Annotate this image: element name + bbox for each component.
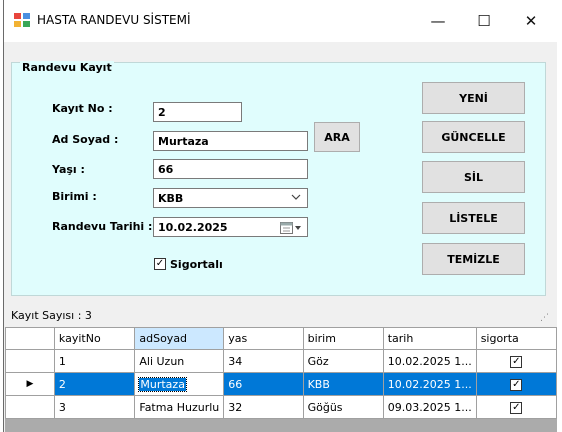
cell-tarih[interactable]: 10.02.2025 1... <box>382 349 477 373</box>
guncelle-button[interactable]: GÜNCELLE <box>422 121 525 153</box>
close-icon: ✕ <box>524 12 538 30</box>
cell-birim[interactable]: Göğüs <box>302 395 384 419</box>
cell-tarih[interactable]: 09.03.2025 1... <box>382 395 477 419</box>
row-header[interactable] <box>5 349 55 373</box>
column-header-birim[interactable]: birim <box>302 327 384 350</box>
randevu-tarihi-label: Randevu Tarihi : <box>52 220 153 233</box>
column-header-tarih[interactable]: tarih <box>382 327 477 350</box>
cell-yas[interactable]: 66 <box>223 372 304 396</box>
randevu-tarihi-value: 10.02.2025 <box>158 221 228 234</box>
sigorta-checkbox[interactable]: ✓ <box>510 356 523 368</box>
cell-sigorta[interactable]: ✓ <box>475 395 558 419</box>
grid-header-row: kayitNo adSoyad yas birim tarih sigorta <box>5 327 558 350</box>
cell-birim[interactable]: Göz <box>302 349 384 373</box>
randevu-data-grid[interactable]: kayitNo adSoyad yas birim tarih sigorta … <box>5 327 558 432</box>
cell-kayitno[interactable]: 1 <box>53 349 136 373</box>
ara-button[interactable]: ARA <box>314 122 360 152</box>
close-button[interactable]: ✕ <box>508 0 554 42</box>
birim-label: Birimi : <box>52 190 97 203</box>
group-title: Randevu Kayıt <box>20 61 114 74</box>
grid-table: kayitNo adSoyad yas birim tarih sigorta … <box>5 327 558 419</box>
check-icon: ✓ <box>155 258 165 269</box>
cell-yas[interactable]: 32 <box>223 395 304 419</box>
column-header-adsoyad[interactable]: adSoyad <box>134 327 225 350</box>
current-row-arrow-icon: ▶ <box>26 379 34 389</box>
kayit-sayisi-status: Kayıt Sayısı : 3 <box>11 309 92 322</box>
cell-kayitno[interactable]: 3 <box>53 395 136 419</box>
table-row-selected[interactable]: ▶ 2 Murtaza 66 KBB 10.02.2025 1... ✓ <box>5 372 558 396</box>
cell-sigorta[interactable]: ✓ <box>475 349 558 373</box>
cell-adsoyad[interactable]: Ali Uzun <box>134 349 225 373</box>
sigorta-checkbox[interactable]: ✓ <box>510 379 523 391</box>
column-header-yas[interactable]: yas <box>223 327 304 350</box>
table-row[interactable]: 3 Fatma Huzurlu 32 Göğüs 09.03.2025 1...… <box>5 395 558 419</box>
window-left-edge <box>0 0 4 432</box>
column-header-sigorta[interactable]: sigorta <box>475 327 558 350</box>
listele-button[interactable]: LİSTELE <box>422 202 525 234</box>
window-right-edge <box>557 42 562 432</box>
yeni-button[interactable]: YENİ <box>422 82 525 114</box>
cell-sigorta[interactable]: ✓ <box>475 372 558 396</box>
sigorta-checkbox[interactable]: ✓ <box>510 402 523 414</box>
maximize-icon: ☐ <box>477 12 491 30</box>
column-header-kayitno[interactable]: kayitNo <box>53 327 136 350</box>
yas-input[interactable]: 66 <box>153 159 308 179</box>
ad-soyad-input[interactable]: Murtaza <box>153 131 308 151</box>
cell-adsoyad[interactable]: Fatma Huzurlu <box>134 395 225 419</box>
row-header[interactable] <box>5 395 55 419</box>
chevron-down-icon <box>291 194 301 200</box>
cell-adsoyad-text[interactable]: Murtaza <box>138 376 187 392</box>
cell-yas[interactable]: 34 <box>223 349 304 373</box>
cell-adsoyad-editing[interactable]: Murtaza <box>134 372 225 396</box>
kayit-no-label: Kayıt No : <box>52 102 113 115</box>
calendar-dropdown-icon <box>280 222 301 234</box>
row-header-current[interactable]: ▶ <box>5 372 55 396</box>
minimize-icon: — <box>430 12 446 30</box>
birim-selected-value: KBB <box>158 192 184 205</box>
sigortali-checkbox[interactable]: ✓ <box>154 258 166 270</box>
randevu-tarihi-picker[interactable]: 10.02.2025 <box>153 217 308 237</box>
cell-tarih[interactable]: 10.02.2025 1... <box>382 372 477 396</box>
grid-corner-header[interactable] <box>5 327 55 350</box>
title-bar[interactable]: HASTA RANDEVU SİSTEMİ — ☐ ✕ <box>4 0 562 42</box>
table-row[interactable]: 1 Ali Uzun 34 Göz 10.02.2025 1... ✓ <box>5 349 558 373</box>
temizle-button[interactable]: TEMİZLE <box>422 243 525 275</box>
kayit-no-input[interactable]: 2 <box>153 102 242 122</box>
resize-grip-icon[interactable]: ⋰ <box>540 313 550 323</box>
app-icon <box>14 13 30 27</box>
cell-birim[interactable]: KBB <box>302 372 384 396</box>
cell-kayitno[interactable]: 2 <box>53 372 136 396</box>
maximize-button[interactable]: ☐ <box>461 0 507 42</box>
sil-button[interactable]: SİL <box>422 161 525 193</box>
birim-select[interactable]: KBB <box>153 188 308 208</box>
sigortali-label[interactable]: Sigortalı <box>170 258 223 271</box>
minimize-button[interactable]: — <box>415 0 461 42</box>
ad-soyad-label: Ad Soyad : <box>52 133 119 146</box>
yas-label: Yaşı : <box>52 163 85 176</box>
window-title: HASTA RANDEVU SİSTEMİ <box>37 13 191 27</box>
